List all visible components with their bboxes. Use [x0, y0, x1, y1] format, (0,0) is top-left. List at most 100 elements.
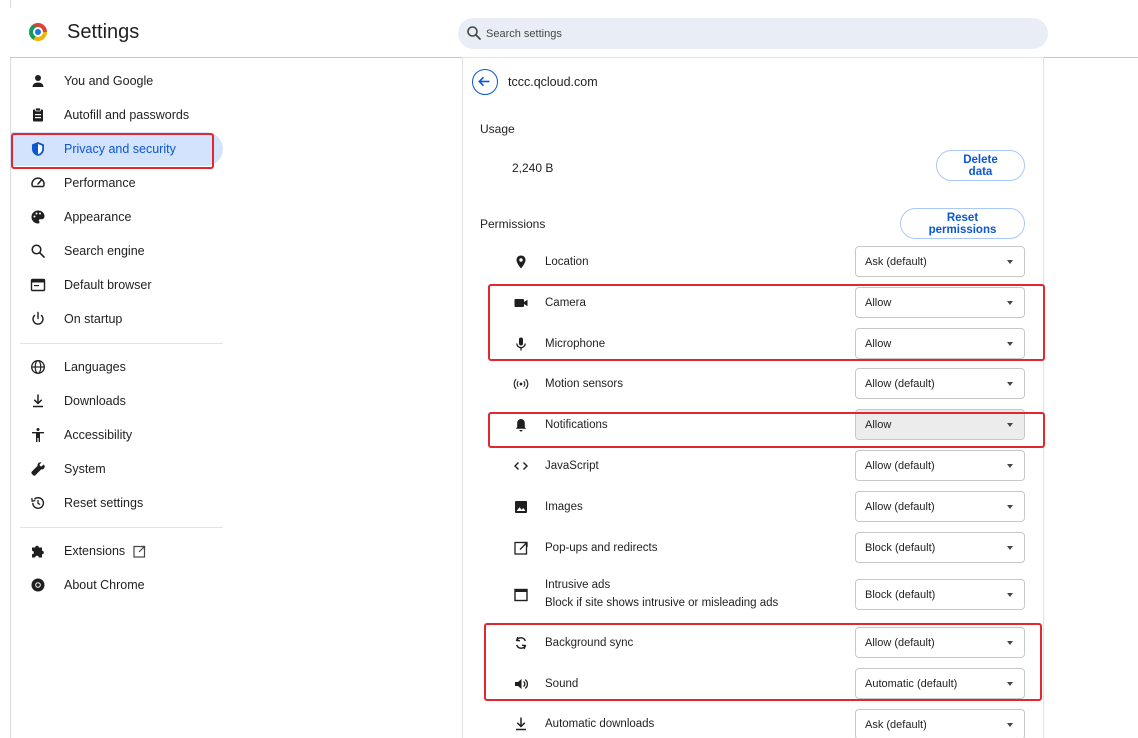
sensors-icon: [513, 378, 529, 390]
sidebar-item-search-engine[interactable]: Search engine: [10, 234, 223, 268]
sidebar-item-on-startup[interactable]: On startup: [10, 302, 223, 336]
ads-window-icon: [514, 588, 528, 602]
permission-select-microphone[interactable]: Allow: [855, 328, 1025, 359]
dropdown-caret-icon: [1007, 342, 1013, 346]
sidebar-item-label: Autofill and passwords: [64, 108, 190, 122]
permission-row-camera: Camera Allow: [463, 287, 1043, 327]
search-icon: [31, 244, 45, 258]
select-value: Ask (default): [865, 256, 927, 268]
permission-row-automatic-downloads: Automatic downloads Ask (default): [463, 709, 1043, 738]
select-value: Ask (default): [865, 719, 927, 731]
code-icon: [514, 462, 528, 470]
chrome-icon: [31, 578, 45, 592]
permission-row-location: Location Ask (default): [463, 246, 1043, 286]
person-icon: [32, 75, 44, 87]
permission-select-images[interactable]: Allow (default): [855, 491, 1025, 522]
back-button[interactable]: [472, 69, 498, 95]
permission-row-notifications: Notifications Allow: [463, 409, 1043, 449]
select-value: Automatic (default): [865, 678, 958, 690]
permission-row-microphone: Microphone Allow: [463, 328, 1043, 368]
permission-label: JavaScript: [545, 460, 599, 472]
dropdown-caret-icon: [1007, 546, 1013, 550]
sync-icon: [515, 636, 527, 650]
site-host-title: tccc.qcloud.com: [508, 75, 598, 89]
sidebar-item-label: Downloads: [64, 394, 126, 408]
sidebar-item-privacy-security[interactable]: Privacy and security: [10, 132, 223, 166]
sidebar-item-label: System: [64, 462, 106, 476]
search-box[interactable]: [458, 18, 1048, 49]
sidebar-item-languages[interactable]: Languages: [10, 350, 223, 384]
permission-select-automatic-downloads[interactable]: Ask (default): [855, 709, 1025, 738]
permission-label: Location: [545, 256, 589, 268]
download-icon: [516, 717, 526, 731]
select-value: Allow: [865, 419, 892, 431]
permission-row-sound: Sound Automatic (default): [463, 668, 1043, 708]
usage-heading: Usage: [480, 122, 515, 136]
arrow-back-icon: [478, 76, 490, 87]
dropdown-caret-icon: [1007, 505, 1013, 509]
download-icon: [33, 394, 43, 408]
select-value: Block (default): [865, 589, 936, 601]
image-icon: [515, 501, 527, 513]
permission-select-camera[interactable]: Allow: [855, 287, 1025, 318]
app-title: Settings: [67, 21, 140, 43]
permission-select-background-sync[interactable]: Allow (default): [855, 627, 1025, 658]
permission-select-sound[interactable]: Automatic (default): [855, 668, 1025, 699]
sidebar-item-label: Accessibility: [64, 428, 133, 442]
select-value: Allow (default): [865, 501, 935, 513]
delete-data-button[interactable]: Delete data: [936, 150, 1025, 181]
permission-select-motion-sensors[interactable]: Allow (default): [855, 368, 1025, 399]
sidebar-item-downloads[interactable]: Downloads: [10, 384, 223, 418]
select-value: Allow (default): [865, 460, 935, 472]
wrench-icon: [31, 462, 45, 476]
sidebar-item-extensions[interactable]: Extensions: [10, 534, 223, 568]
permission-row-intrusive-ads: Intrusive ads Block if site shows intrus…: [463, 579, 1043, 627]
permission-select-intrusive-ads[interactable]: Block (default): [855, 579, 1025, 610]
sidebar-item-label: Appearance: [64, 210, 132, 224]
permission-label: Sound: [545, 678, 579, 690]
permission-select-location[interactable]: Ask (default): [855, 246, 1025, 277]
microphone-icon: [516, 337, 526, 351]
sidebar-item-appearance[interactable]: Appearance: [10, 200, 223, 234]
permission-select-javascript[interactable]: Allow (default): [855, 450, 1025, 481]
permission-label: Pop-ups and redirects: [545, 542, 658, 554]
sidebar-item-label: Privacy and security: [64, 142, 176, 156]
location-pin-icon: [516, 255, 526, 269]
sidebar-item-reset-settings[interactable]: Reset settings: [10, 486, 223, 520]
accessibility-icon: [32, 428, 44, 442]
permission-select-notifications[interactable]: Allow: [855, 409, 1025, 440]
sidebar-item-about-chrome[interactable]: About Chrome: [10, 568, 223, 602]
external-link-icon: [133, 546, 146, 558]
sidebar-item-autofill[interactable]: Autofill and passwords: [10, 98, 223, 132]
permission-select-popups[interactable]: Block (default): [855, 532, 1025, 563]
search-input[interactable]: [486, 18, 1026, 49]
select-value: Block (default): [865, 542, 936, 554]
permission-sublabel: Block if site shows intrusive or mislead…: [545, 597, 779, 609]
select-value: Allow (default): [865, 637, 935, 649]
power-icon: [32, 311, 44, 325]
sidebar-item-performance[interactable]: Performance: [10, 166, 223, 200]
sidebar-item-default-browser[interactable]: Default browser: [10, 268, 223, 302]
settings-header: Settings: [10, 8, 1138, 58]
sidebar-divider: [20, 527, 223, 528]
sidebar-item-label: Performance: [64, 176, 136, 190]
permission-label: Microphone: [545, 338, 606, 350]
permission-row-popups: Pop-ups and redirects Block (default): [463, 532, 1043, 572]
search-icon: [467, 26, 481, 40]
dropdown-caret-icon: [1007, 682, 1013, 686]
sidebar-item-label: Extensions: [64, 544, 146, 558]
camera-icon: [514, 299, 528, 307]
select-value: Allow: [865, 297, 892, 309]
permissions-heading: Permissions: [480, 217, 546, 231]
sidebar-item-accessibility[interactable]: Accessibility: [10, 418, 223, 452]
select-value: Allow (default): [865, 378, 935, 390]
sidebar-item-you-and-google[interactable]: You and Google: [10, 64, 223, 98]
dropdown-caret-icon: [1007, 593, 1013, 597]
reset-permissions-button[interactable]: Reset permissions: [900, 208, 1025, 239]
sidebar-item-system[interactable]: System: [10, 452, 223, 486]
sidebar-divider: [20, 343, 223, 344]
permission-label: Intrusive ads: [545, 579, 611, 591]
dropdown-caret-icon: [1007, 723, 1013, 727]
permission-label: Notifications: [545, 419, 608, 431]
dropdown-caret-icon: [1007, 301, 1013, 305]
